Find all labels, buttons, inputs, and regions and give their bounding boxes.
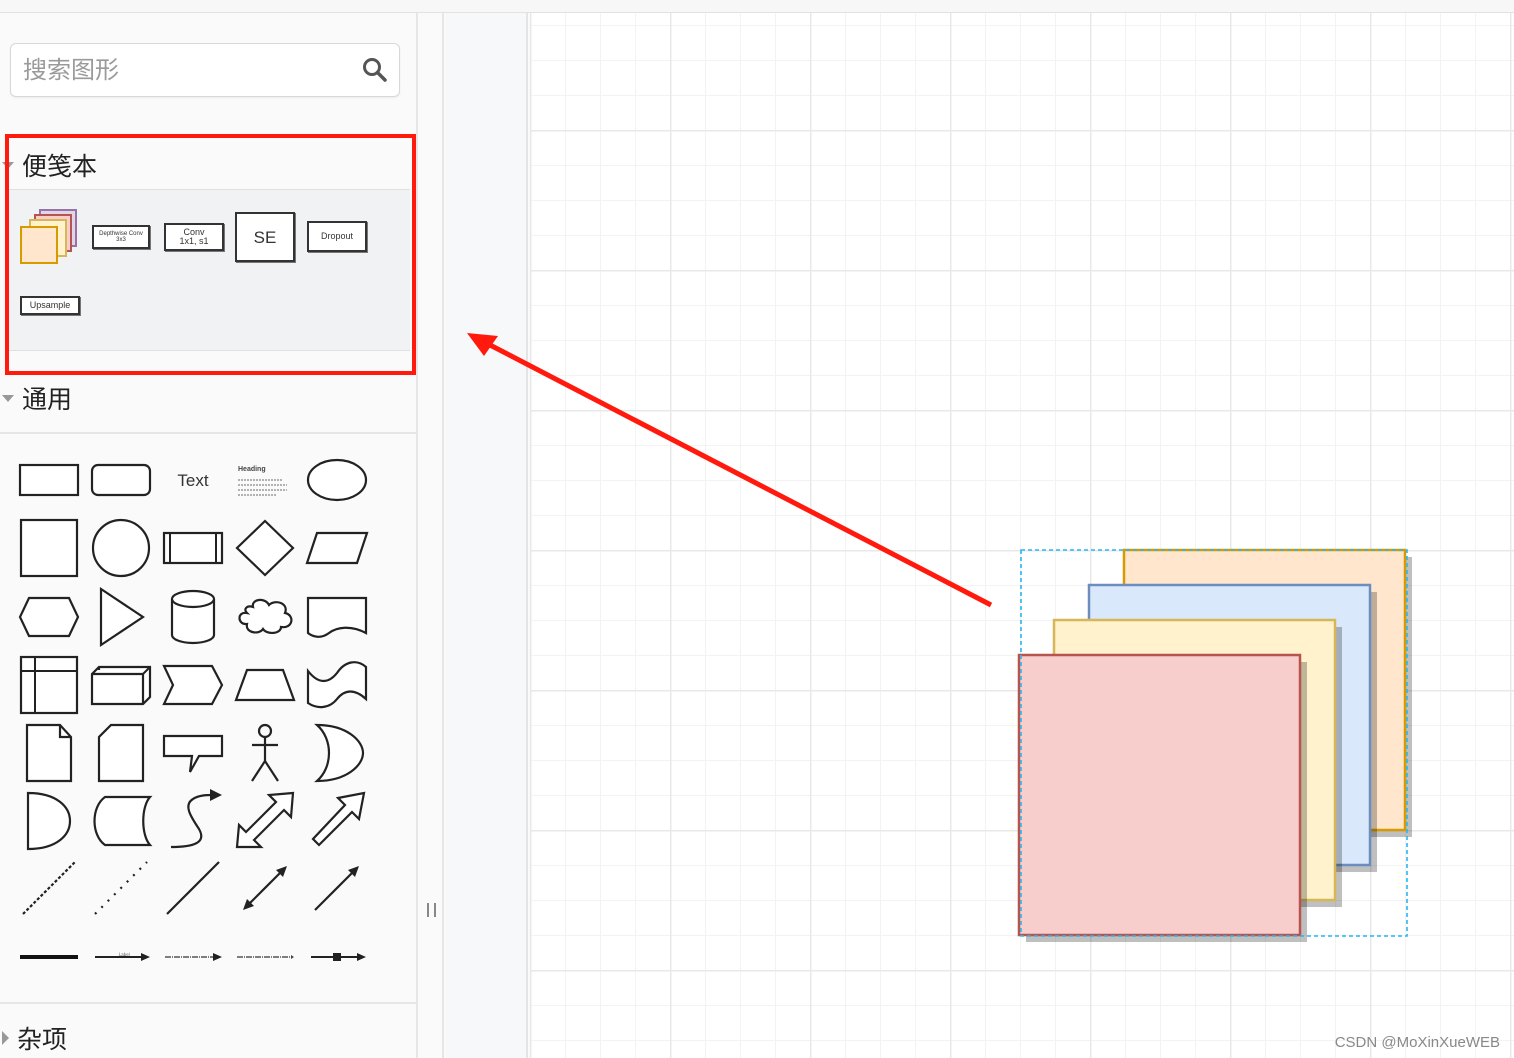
shape-cube[interactable]	[90, 665, 152, 706]
shape-search-input[interactable]	[23, 52, 353, 88]
scratchpad-item-depthwise-conv[interactable]: Depthwise Conv 3x3	[92, 225, 150, 249]
splitter-grip-icon[interactable]	[427, 903, 436, 917]
shape-curved-arrow[interactable]	[170, 789, 222, 849]
general-title: 通用	[22, 385, 73, 414]
expand-triangle-icon[interactable]	[2, 1031, 9, 1045]
scratchpad-title: 便笺本	[22, 152, 98, 181]
general-header[interactable]: 通用	[0, 372, 416, 424]
shape-circle[interactable]	[91, 518, 151, 578]
app-window: 便笺本 ? + ✎ ✕ Depthwise Conv 3x3 Conv 1x1,…	[0, 0, 1514, 1058]
shape-cylinder[interactable]	[170, 589, 216, 645]
section-divider	[0, 432, 416, 434]
shape-connector-with-label[interactable]: Label	[95, 952, 150, 961]
shape-process[interactable]	[162, 531, 224, 565]
shape-directional-connector[interactable]	[314, 866, 359, 911]
shape-search-box[interactable]	[10, 43, 400, 97]
general-shapes-palette: Text Heading Label	[18, 458, 369, 961]
top-toolbar-edge	[0, 0, 1514, 13]
upsample-label: Upsample	[29, 300, 71, 310]
scratchpad-item-se[interactable]: SE	[235, 212, 295, 262]
shape-actor[interactable]	[251, 723, 279, 782]
conv-1x1-label: Conv 1x1, s1	[179, 227, 209, 246]
shape-text[interactable]: Text	[177, 471, 208, 490]
svg-text:Text: Text	[177, 471, 208, 490]
shape-diamond[interactable]	[235, 519, 295, 577]
shape-and[interactable]	[26, 791, 72, 851]
search-icon[interactable]	[361, 56, 389, 84]
shape-dotted-line[interactable]	[94, 861, 148, 915]
shape-parallelogram[interactable]	[305, 531, 369, 565]
shape-trapezoid[interactable]	[234, 668, 296, 702]
shape-connector-with-2-labels[interactable]	[165, 953, 222, 961]
shape-triangle[interactable]	[99, 586, 145, 648]
shape-data-storage[interactable]	[93, 795, 153, 847]
scratchpad-item-dropout[interactable]: Dropout	[307, 221, 367, 252]
svg-text:Heading: Heading	[238, 466, 266, 473]
layer-red[interactable]	[1017, 653, 1302, 937]
svg-text:Label: Label	[119, 952, 130, 957]
shape-arrow[interactable]	[311, 791, 366, 847]
shape-or[interactable]	[314, 723, 365, 783]
collapse-triangle-icon[interactable]	[2, 394, 14, 402]
shape-ellipse[interactable]	[306, 458, 368, 502]
shape-card[interactable]	[97, 723, 145, 783]
se-label: SE	[253, 227, 277, 247]
watermark: CSDN @MoXinXueWEB	[1334, 1034, 1500, 1051]
shape-callout[interactable]	[162, 734, 224, 773]
shape-dashed-line[interactable]	[22, 861, 76, 915]
shape-note[interactable]	[25, 723, 73, 783]
shape-connector-with-symbol[interactable]	[311, 953, 366, 961]
shape-hexagon[interactable]	[18, 596, 80, 638]
shape-textbox[interactable]: Heading	[238, 466, 287, 496]
collapse-triangle-icon[interactable]	[2, 161, 14, 169]
shape-line[interactable]	[166, 861, 220, 915]
depthwise-conv-label: Depthwise Conv 3x3	[99, 231, 143, 243]
shape-step[interactable]	[162, 664, 224, 706]
shape-document[interactable]	[306, 596, 368, 638]
scratchpad-header[interactable]: 便笺本	[0, 139, 416, 191]
shape-rectangle[interactable]	[18, 463, 80, 497]
shape-tape[interactable]	[306, 661, 368, 709]
scratchpad-item-upsample[interactable]: Upsample	[20, 296, 80, 315]
page-margin-area	[446, 13, 528, 1058]
shape-internal-storage[interactable]	[19, 655, 79, 715]
scratchpad-item-stacked-feature-maps[interactable]	[18, 208, 80, 266]
misc-title: 杂项	[17, 1025, 68, 1054]
shape-square[interactable]	[19, 518, 79, 578]
sidebar-splitter[interactable]	[418, 13, 444, 1058]
section-divider	[0, 1002, 416, 1004]
scratchpad-body: Depthwise Conv 3x3 Conv 1x1, s1 SE Dropo…	[8, 189, 410, 351]
misc-header[interactable]: 杂项	[0, 1012, 416, 1058]
scratchpad-item-conv-1x1[interactable]: Conv 1x1, s1	[164, 223, 224, 251]
shape-bidirectional-connector[interactable]	[243, 866, 287, 910]
shape-cloud[interactable]	[238, 598, 293, 634]
shape-bidirectional-arrow[interactable]	[235, 791, 295, 849]
shape-rounded-rectangle[interactable]	[90, 463, 152, 497]
shape-connector-with-3-labels[interactable]	[237, 955, 294, 959]
dropout-label: Dropout	[320, 231, 354, 241]
